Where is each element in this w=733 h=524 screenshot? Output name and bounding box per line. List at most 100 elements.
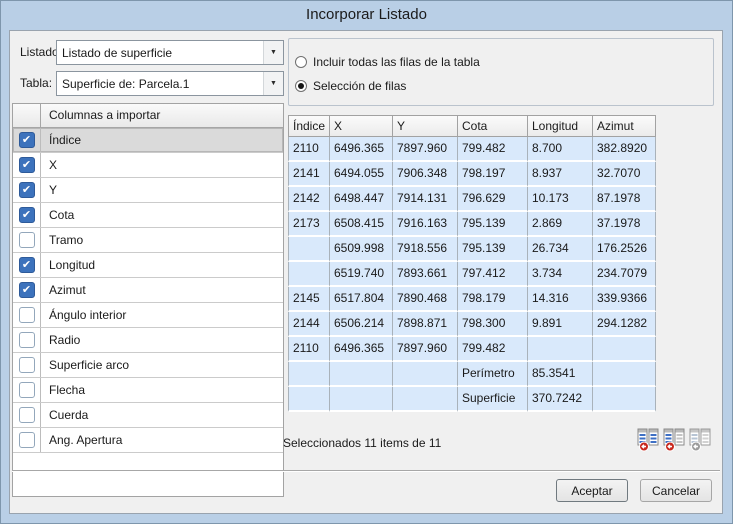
table-header-row: Índice X Y Cota Longitud Azimut — [288, 115, 656, 137]
column-header[interactable]: X — [330, 115, 393, 137]
column-label: Índice — [49, 133, 82, 147]
radio-incluir-todas-filas[interactable]: Incluir todas las filas de la tabla — [295, 51, 480, 73]
accept-button[interactable]: Aceptar — [556, 479, 628, 502]
cell: 7897.960 — [393, 337, 458, 362]
column-checkbox[interactable]: ✔ — [18, 357, 35, 373]
cell: 798.300 — [458, 312, 528, 337]
cell: 2144 — [288, 312, 330, 337]
column-checkbox[interactable]: ✔ — [18, 257, 35, 273]
column-row[interactable]: ✔ Radio — [13, 328, 283, 353]
table-row[interactable]: Perímetro 85.3541 — [288, 362, 656, 387]
column-row[interactable]: ✔ Flecha — [13, 378, 283, 403]
column-row[interactable]: ✔ Cuerda — [13, 403, 283, 428]
column-label: Cuerda — [49, 408, 89, 422]
table-row[interactable]: 2142 6498.447 7914.131 796.629 10.173 87… — [288, 187, 656, 212]
column-header[interactable]: Cota — [458, 115, 528, 137]
column-checkbox[interactable]: ✔ — [18, 182, 35, 198]
column-row[interactable]: ✔ Índice — [13, 128, 283, 153]
radio-button-icon[interactable] — [295, 56, 307, 68]
column-row[interactable]: ✔ Ang. Apertura — [13, 428, 283, 453]
cell: 2110 — [288, 337, 330, 362]
cell: 2141 — [288, 162, 330, 187]
column-row[interactable]: ✔ Y — [13, 178, 283, 203]
column-row[interactable]: ✔ Tramo — [13, 228, 283, 253]
cell: 8.700 — [528, 137, 593, 162]
cell: 10.173 — [528, 187, 593, 212]
cell: 795.139 — [458, 212, 528, 237]
column-header[interactable]: Longitud — [528, 115, 593, 137]
table-row[interactable]: 2110 6496.365 7897.960 799.482 8.700 382… — [288, 137, 656, 162]
column-checkbox[interactable]: ✔ — [18, 282, 35, 298]
cell: 7906.348 — [393, 162, 458, 187]
cell: 6506.214 — [330, 312, 393, 337]
cell: Perímetro — [458, 362, 528, 387]
column-header[interactable]: Índice — [288, 115, 330, 137]
cell: 176.2526 — [593, 237, 656, 262]
columns-to-import-list: Columnas a importar ✔ Índice ✔ X ✔ Y ✔ C… — [12, 103, 284, 497]
column-checkbox[interactable]: ✔ — [18, 157, 35, 173]
divider — [12, 470, 720, 472]
selection-icon-bar — [637, 428, 711, 452]
column-row[interactable]: ✔ Azimut — [13, 278, 283, 303]
select-all-items-icon[interactable] — [637, 428, 659, 452]
tabla-combobox[interactable]: Superficie de: Parcela.1 ▼ — [56, 71, 284, 96]
column-row[interactable]: ✔ Longitud — [13, 253, 283, 278]
table-row[interactable]: 2110 6496.365 7897.960 799.482 — [288, 337, 656, 362]
chevron-down-icon[interactable]: ▼ — [263, 41, 283, 64]
clear-selection-icon[interactable] — [689, 428, 711, 452]
cell: 8.937 — [528, 162, 593, 187]
cell: 37.1978 — [593, 212, 656, 237]
cell — [393, 387, 458, 412]
table-row[interactable]: 2141 6494.055 7906.348 798.197 8.937 32.… — [288, 162, 656, 187]
column-checkbox[interactable]: ✔ — [18, 232, 35, 248]
cell — [330, 362, 393, 387]
table-row[interactable]: 6519.740 7893.661 797.412 3.734 234.7079 — [288, 262, 656, 287]
cancel-button[interactable]: Cancelar — [640, 479, 712, 502]
cell: 7914.131 — [393, 187, 458, 212]
radio-button-icon[interactable] — [295, 80, 307, 92]
cell: Superficie — [458, 387, 528, 412]
listado-combobox[interactable]: Listado de superficie ▼ — [56, 40, 284, 65]
cell: 2173 — [288, 212, 330, 237]
cell: 14.316 — [528, 287, 593, 312]
cell: 3.734 — [528, 262, 593, 287]
columns-header-label: Columnas a importar — [41, 104, 283, 128]
cell: 6494.055 — [330, 162, 393, 187]
cell: 7893.661 — [393, 262, 458, 287]
table-row[interactable]: Superficie 370.7242 — [288, 387, 656, 412]
column-label: Superficie arco — [49, 358, 130, 372]
table-row[interactable]: 2144 6506.214 7898.871 798.300 9.891 294… — [288, 312, 656, 337]
cell — [330, 387, 393, 412]
table-row[interactable]: 6509.998 7918.556 795.139 26.734 176.252… — [288, 237, 656, 262]
column-checkbox[interactable]: ✔ — [18, 132, 35, 148]
column-checkbox[interactable]: ✔ — [18, 382, 35, 398]
column-checkbox[interactable]: ✔ — [18, 432, 35, 448]
select-current-item-icon[interactable] — [663, 428, 685, 452]
column-checkbox[interactable]: ✔ — [18, 307, 35, 323]
titlebar[interactable]: Incorporar Listado — [1, 1, 732, 29]
column-checkbox[interactable]: ✔ — [18, 332, 35, 348]
column-header[interactable]: Azimut — [593, 115, 656, 137]
column-checkbox[interactable]: ✔ — [18, 207, 35, 223]
cell: 796.629 — [458, 187, 528, 212]
chevron-down-icon[interactable]: ▼ — [263, 72, 283, 95]
column-row[interactable]: ✔ Ángulo interior — [13, 303, 283, 328]
dialog-body: Listado: Listado de superficie ▼ Tabla: … — [9, 30, 723, 514]
columns-list-header: Columnas a importar — [13, 104, 283, 128]
table-row[interactable]: 2173 6508.415 7916.163 795.139 2.869 37.… — [288, 212, 656, 237]
column-row[interactable]: ✔ X — [13, 153, 283, 178]
cell: 7897.960 — [393, 137, 458, 162]
column-checkbox[interactable]: ✔ — [18, 407, 35, 423]
table-row[interactable]: 2145 6517.804 7890.468 798.179 14.316 33… — [288, 287, 656, 312]
cell: 6496.365 — [330, 337, 393, 362]
selection-status-text: Seleccionados 11 items de 11 — [283, 436, 442, 450]
column-row[interactable]: ✔ Cota — [13, 203, 283, 228]
column-label: Azimut — [49, 283, 86, 297]
cell: 234.7079 — [593, 262, 656, 287]
cell — [393, 362, 458, 387]
rows-table: Índice X Y Cota Longitud Azimut 2110 649… — [288, 115, 656, 412]
radio-seleccion-de-filas[interactable]: Selección de filas — [295, 75, 406, 97]
cell — [593, 337, 656, 362]
column-row[interactable]: ✔ Superficie arco — [13, 353, 283, 378]
column-header[interactable]: Y — [393, 115, 458, 137]
